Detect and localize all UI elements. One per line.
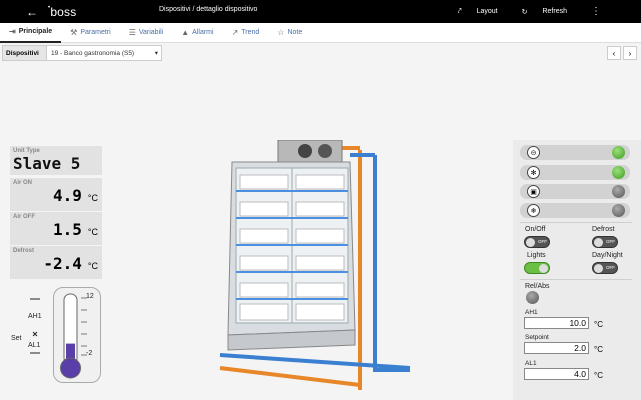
air-on-panel: Air ON 4.9 °C	[10, 178, 102, 211]
fan-led	[612, 166, 625, 179]
tab-note[interactable]: ☆ Note	[268, 23, 311, 43]
lights-toggle[interactable]	[524, 262, 550, 274]
thermo-max-label: 12	[86, 293, 94, 300]
tab-bar: ⇥ Principale ⚒ Parametri ☰ Variabili ▲ Allar…	[0, 23, 641, 43]
kebab-menu-icon[interactable]: ⋮	[591, 6, 601, 17]
defrost-icon: ❄	[527, 204, 540, 217]
tab-parametri[interactable]: ⚒ Parametri	[61, 23, 120, 43]
al1-unit: °C	[594, 371, 603, 380]
relabs-led	[526, 291, 539, 304]
pin-icon: ☆	[277, 28, 285, 37]
wrench-icon: ⚒	[70, 28, 78, 37]
top-bar: ← •boss Dispositivi / dettaglio disposit…	[0, 0, 641, 23]
air-on-label: Air ON	[13, 180, 33, 186]
air-off-unit: °C	[87, 227, 98, 237]
relabs-label: Rel/Abs	[525, 283, 550, 290]
thermo-min-label: -2	[86, 350, 93, 357]
prev-device-button[interactable]: ‹	[607, 46, 621, 60]
defrost-unit: °C	[87, 261, 98, 271]
setpoint-field-label: Setpoint	[525, 334, 549, 341]
arrow-left-icon[interactable]: ←	[26, 5, 46, 19]
tab-allarmi[interactable]: ▲ Allarmi	[172, 23, 222, 43]
breadcrumb: Dispositivi / dettaglio dispositivo	[159, 6, 258, 13]
defrost-value: -2.4	[43, 254, 82, 273]
caret-down-icon: ▾	[154, 50, 158, 57]
onoff-toggle[interactable]: OFF	[524, 236, 550, 248]
thermo-markers	[30, 298, 40, 354]
ah1-unit: °C	[594, 320, 603, 329]
tab-trend[interactable]: ↗ Trend	[223, 23, 269, 43]
set-marker-label: Set	[11, 335, 22, 342]
device-select[interactable]: 19 - Banco gastronomia (S5) ▾	[47, 45, 162, 61]
onoff-label: On/Off	[525, 226, 546, 233]
daynight-label: Day/Night	[592, 252, 623, 259]
fan-icon: ✻	[527, 166, 540, 179]
device-selector-row: Dispositivi 19 - Banco gastronomia (S5) ▾	[0, 43, 641, 63]
devices-label: Dispositivi	[2, 45, 47, 61]
status-fan: ✻	[520, 165, 630, 180]
chart-icon: ↗	[231, 28, 239, 37]
defrost-led	[612, 204, 625, 217]
bell-icon: ▲	[181, 28, 190, 37]
air-on-unit: °C	[87, 193, 98, 203]
compressor-icon: ⊝	[527, 146, 540, 159]
display-case-illustration	[219, 140, 411, 390]
refresh-icon: ↻	[521, 8, 528, 16]
daynight-toggle[interactable]: OFF	[592, 262, 618, 274]
status-compressor: ⊝	[520, 145, 630, 160]
list-icon: ☰	[128, 28, 136, 37]
logo: •boss	[48, 4, 77, 19]
air-off-panel: Air OFF 1.5 °C	[10, 212, 102, 245]
status-defrost: ❄	[520, 203, 630, 218]
al1-input[interactable]: 4.0	[524, 368, 589, 380]
door-icon: ▣	[527, 185, 540, 198]
compressor-led	[612, 146, 625, 159]
tab-variabili[interactable]: ☰ Variabili	[120, 23, 173, 43]
unit-type-value: Slave 5	[13, 154, 81, 173]
chevron-right-icon: ›	[628, 48, 632, 58]
divider	[520, 222, 632, 223]
layout-button[interactable]: ⤤ Layout	[458, 8, 510, 16]
chevron-left-icon: ‹	[612, 48, 616, 58]
ah1-input[interactable]: 10.0	[524, 317, 589, 329]
status-door: ▣	[520, 184, 630, 199]
door-led	[612, 185, 625, 198]
home-icon: ⇥	[9, 27, 16, 36]
next-device-button[interactable]: ›	[623, 46, 637, 60]
air-off-value: 1.5	[52, 220, 82, 239]
lights-label: Lights	[527, 252, 546, 259]
tab-principale[interactable]: ⇥ Principale	[0, 23, 62, 43]
al1-field-label: AL1	[525, 360, 537, 367]
defrost-panel: Defrost -2.4 °C	[10, 246, 102, 279]
air-on-value: 4.9	[52, 186, 82, 205]
thermometer-gauge	[53, 287, 101, 383]
setpoint-input[interactable]: 2.0	[524, 342, 589, 354]
defrost-label: Defrost	[13, 248, 35, 254]
ah1-field-label: AH1	[525, 309, 538, 316]
refresh-button[interactable]: ↻ Refresh	[522, 8, 579, 16]
setpoint-unit: °C	[594, 345, 603, 354]
divider	[520, 279, 632, 280]
unit-type-panel: Unit Type Slave 5	[10, 146, 102, 175]
defrost-toggle[interactable]: OFF	[592, 236, 618, 248]
layout-icon: ⤤	[457, 7, 462, 15]
air-off-label: Air OFF	[13, 214, 35, 220]
unit-type-label: Unit Type	[13, 148, 40, 154]
defrost-switch-label: Defrost	[592, 226, 615, 233]
